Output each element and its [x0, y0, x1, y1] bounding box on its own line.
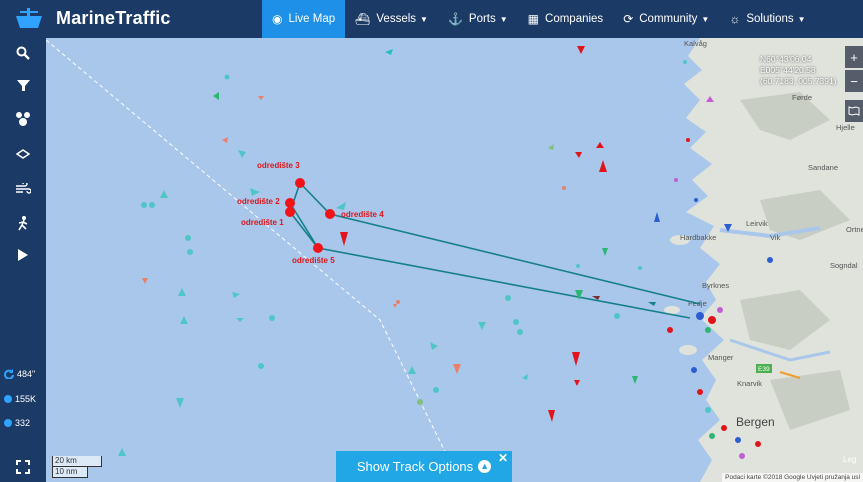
close-icon[interactable]: ✕ — [498, 451, 508, 465]
vessels-count-icon — [4, 419, 12, 427]
zoom-out-label: − — [850, 73, 858, 89]
place-hjelle: Hjelle — [836, 123, 855, 132]
map-attribution: Podaci karte ©2018 Google Uvjeti pružanj… — [722, 473, 863, 482]
scale-nm: 10 nm — [52, 467, 88, 478]
nav-label: Ports — [468, 13, 496, 25]
map-icon — [848, 106, 860, 116]
my-fleets-button[interactable] — [0, 104, 46, 134]
nav-vessels[interactable]: ⛴ Vessels ▼ — [345, 0, 438, 38]
chevron-down-icon: ▼ — [701, 14, 710, 24]
place-hardbakke: Hardbakke — [680, 233, 716, 242]
place-knarvik: Knarvik — [737, 379, 762, 388]
filter-button[interactable] — [0, 70, 46, 100]
vessels-in-view-value: 332 — [15, 418, 31, 428]
waypoint-5-label: odredište 5 — [292, 256, 335, 265]
waypoint-3-label: odredište 3 — [257, 161, 300, 170]
play-icon — [18, 249, 28, 261]
zoom-in-button[interactable]: + — [845, 46, 863, 68]
track-options-label: Show Track Options — [356, 459, 474, 474]
map-canvas[interactable]: Kalvåg Hardbakke Byrknes Manger Knarvik … — [46, 38, 863, 482]
nav-companies[interactable]: ▦ Companies — [518, 0, 614, 38]
nav-label: Companies — [545, 13, 604, 25]
coord-lon: E005°44'20.58 — [760, 65, 816, 75]
refresh-timer[interactable]: 484" — [4, 369, 35, 379]
marinetraffic-logo-icon[interactable] — [14, 6, 44, 32]
place-sogndal: Sogndal — [830, 261, 858, 270]
place-byrknes: Byrknes — [702, 281, 729, 290]
scale-km: 20 km — [52, 456, 102, 467]
nav-label: Vessels — [376, 13, 417, 25]
layers-button[interactable] — [0, 140, 46, 170]
search-icon — [16, 46, 30, 60]
lightbulb-icon: ☼ — [729, 12, 741, 26]
zoom-in-label: + — [850, 49, 858, 65]
main-nav: ◉ Live Map ⛴ Vessels ▼ ⚓ Ports ▼ ▦ Companies ⟳ Comm… — [262, 0, 816, 38]
place-manger: Manger — [708, 353, 734, 362]
refresh-icon — [4, 369, 14, 379]
search-button[interactable] — [0, 38, 46, 68]
weather-icon — [16, 183, 31, 194]
fullscreen-icon — [16, 460, 30, 474]
building-icon: ▦ — [527, 12, 540, 26]
nav-ports[interactable]: ⚓ Ports ▼ — [438, 0, 518, 38]
waypoint-4-marker[interactable] — [325, 209, 335, 219]
fleets-icon — [16, 112, 30, 126]
show-track-options-button[interactable]: Show Track Options ▲ — [336, 451, 512, 482]
waypoint-4-label: odredište 4 — [341, 210, 384, 219]
vessel-total-value: 155K — [15, 394, 37, 404]
route-planner-button[interactable] — [0, 208, 46, 238]
nav-community[interactable]: ⟳ Community ▼ — [613, 0, 719, 38]
anchor-icon: ⚓ — [447, 12, 463, 26]
chevron-up-icon: ▲ — [478, 460, 492, 473]
waypoint-2-label: odredište 2 — [237, 197, 280, 206]
waypoint-1-label: odredište 1 — [241, 218, 284, 227]
nav-label: Community — [639, 13, 698, 25]
chevron-down-icon: ▼ — [499, 14, 508, 24]
live-map[interactable]: Kalvåg Hardbakke Byrknes Manger Knarvik … — [46, 38, 863, 482]
fullscreen-button[interactable] — [0, 452, 46, 482]
top-navbar: MarineTraffic ◉ Live Map ⛴ Vessels ▼ ⚓ Ports ▼ ▦… — [0, 0, 863, 38]
place-ortnev: Ortnev — [846, 225, 863, 234]
waypoint-2-marker[interactable] — [285, 198, 295, 208]
waypoint-5-marker[interactable] — [313, 243, 323, 253]
layers-icon — [16, 149, 30, 159]
map-type-button[interactable] — [845, 100, 863, 122]
playback-button[interactable] — [0, 240, 46, 270]
filter-icon — [16, 79, 30, 91]
place-sandane: Sandane — [808, 163, 838, 172]
left-toolbar: 484" 155K 332 — [0, 38, 46, 482]
nav-label: Solutions — [746, 13, 794, 25]
cursor-coordinates: N60°43'06.04 E005°44'20.58 (60.7183, 005… — [760, 54, 837, 87]
legend-button[interactable]: Leg — [843, 455, 856, 464]
brand-name[interactable]: MarineTraffic — [56, 8, 171, 29]
nav-label: Live Map — [288, 13, 336, 25]
chevron-down-icon: ▼ — [797, 14, 806, 24]
weather-button[interactable] — [0, 174, 46, 204]
place-kalvag: Kalvåg — [684, 39, 707, 48]
coord-decimal: (60.7183, 005.7391) — [760, 76, 837, 86]
waypoint-3-marker[interactable] — [295, 178, 305, 188]
info-icon — [4, 395, 12, 403]
vessels-in-view[interactable]: 332 — [4, 418, 30, 428]
community-icon: ⟳ — [623, 12, 634, 26]
route-icon — [18, 216, 28, 231]
route-e39-label: E39 — [758, 366, 770, 373]
waypoint-1-marker[interactable] — [285, 207, 295, 217]
nav-solutions[interactable]: ☼ Solutions ▼ — [719, 0, 815, 38]
place-bergen: Bergen — [736, 415, 775, 429]
place-vik: Vik — [770, 233, 781, 242]
chevron-down-icon: ▼ — [420, 14, 428, 24]
refresh-value: 484" — [17, 369, 36, 379]
vessel-total[interactable]: 155K — [4, 394, 36, 404]
zoom-out-button[interactable]: − — [845, 70, 863, 92]
place-leirvik: Leirvik — [746, 219, 768, 228]
place-forde: Førde — [792, 93, 812, 102]
nav-live-map[interactable]: ◉ Live Map — [262, 0, 346, 38]
coord-lat: N60°43'06.04 — [760, 54, 812, 64]
globe-icon: ◉ — [272, 12, 283, 26]
ship-icon: ⛴ — [355, 12, 371, 26]
scale-bar: 20 km 10 nm — [52, 456, 102, 478]
